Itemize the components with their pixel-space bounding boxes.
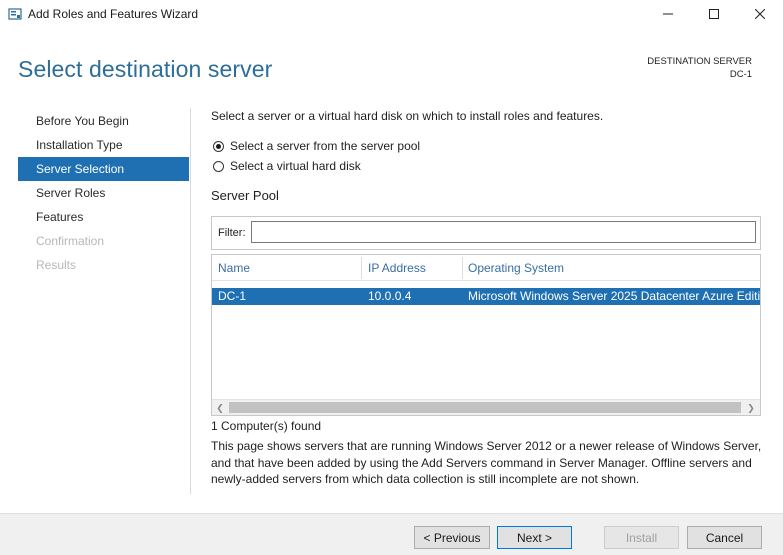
- cell-name: DC-1: [218, 289, 247, 303]
- server-manager-icon: [8, 8, 22, 20]
- cell-operating-system: Microsoft Windows Server 2025 Datacenter…: [468, 289, 761, 303]
- server-pool-radio[interactable]: [213, 140, 224, 152]
- minimize-icon: [663, 13, 673, 15]
- scroll-left-icon[interactable]: ❮: [213, 402, 227, 414]
- maximize-button[interactable]: [691, 0, 737, 28]
- minimize-button[interactable]: [645, 0, 691, 28]
- column-header-operating-system[interactable]: Operating System: [468, 261, 564, 275]
- wizard-window: Add Roles and Features Wizard Select des…: [0, 0, 783, 555]
- scroll-right-icon[interactable]: ❯: [744, 402, 758, 414]
- window-title: Add Roles and Features Wizard: [28, 7, 199, 21]
- column-divider: [462, 257, 463, 279]
- wizard-nav: Before You Begin Installation Type Serve…: [18, 109, 189, 277]
- close-button[interactable]: [737, 0, 783, 28]
- horizontal-scrollbar[interactable]: ❮ ❯: [212, 399, 760, 415]
- server-pool-grid: Name IP Address Operating System DC-1 10…: [211, 254, 761, 416]
- nav-divider: [190, 108, 191, 494]
- destination-server-label: DESTINATION SERVER: [647, 56, 752, 67]
- table-row[interactable]: DC-1 10.0.0.4 Microsoft Windows Server 2…: [212, 288, 761, 305]
- cell-ip-address: 10.0.0.4: [368, 289, 412, 303]
- nav-item-server-roles[interactable]: Server Roles: [18, 181, 189, 205]
- filter-label: Filter:: [218, 227, 246, 239]
- scrollbar-thumb[interactable]: [229, 402, 741, 413]
- wizard-footer: < Previous Next > Install Cancel: [0, 513, 783, 555]
- cancel-button[interactable]: Cancel: [687, 526, 762, 549]
- virtual-hard-disk-radio[interactable]: [213, 160, 224, 172]
- column-divider: [361, 257, 362, 279]
- title-bar: Add Roles and Features Wizard: [0, 0, 783, 28]
- nav-item-confirmation: Confirmation: [36, 234, 105, 248]
- next-button[interactable]: Next >: [497, 526, 572, 549]
- destination-server-info: DESTINATION SERVER DC-1: [647, 55, 752, 81]
- column-header-name[interactable]: Name: [218, 261, 250, 275]
- maximize-icon: [709, 9, 719, 19]
- virtual-hard-disk-radio-label: Select a virtual hard disk: [230, 159, 361, 173]
- nav-item-installation-type[interactable]: Installation Type: [18, 133, 189, 157]
- option-virtual-hard-disk[interactable]: Select a virtual hard disk: [213, 158, 361, 174]
- page-title: Select destination server: [18, 56, 273, 82]
- filter-input[interactable]: [251, 221, 756, 243]
- computers-found-count: 1 Computer(s) found: [211, 419, 322, 433]
- nav-item-features[interactable]: Features: [18, 205, 189, 229]
- nav-item-before-you-begin[interactable]: Before You Begin: [18, 109, 189, 133]
- server-pool-title: Server Pool: [211, 188, 279, 203]
- option-server-pool[interactable]: Select a server from the server pool: [213, 138, 420, 154]
- server-pool-radio-label: Select a server from the server pool: [230, 139, 421, 153]
- instruction-text: Select a server or a virtual hard disk o…: [211, 109, 604, 123]
- column-header-ip-address[interactable]: IP Address: [368, 261, 426, 275]
- nav-item-server-selection[interactable]: Server Selection: [18, 157, 189, 181]
- install-button: Install: [604, 526, 679, 549]
- filter-bar: Filter:: [211, 216, 761, 250]
- description-text: This page shows servers that are running…: [211, 439, 762, 486]
- destination-server-value: DC-1: [729, 69, 752, 80]
- nav-item-results: Results: [36, 258, 77, 272]
- close-icon: [755, 9, 765, 19]
- previous-button[interactable]: < Previous: [414, 526, 490, 549]
- grid-header: Name IP Address Operating System: [212, 255, 760, 281]
